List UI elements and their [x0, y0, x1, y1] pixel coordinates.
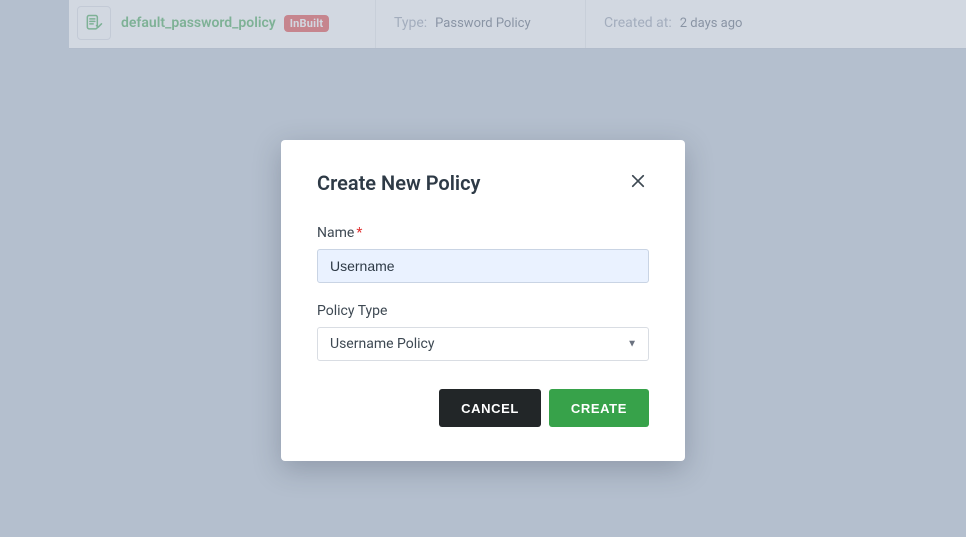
required-mark: * — [356, 225, 362, 241]
create-policy-modal: Create New Policy Name* Policy Type User… — [281, 140, 685, 461]
policy-type-label: Policy Type — [317, 303, 649, 319]
policy-type-select[interactable]: Username Policy — [317, 327, 649, 361]
modal-header: Create New Policy — [317, 170, 649, 195]
name-field: Name* — [317, 225, 649, 283]
modal-title: Create New Policy — [317, 171, 480, 195]
name-label-text: Name — [317, 225, 354, 241]
name-label: Name* — [317, 225, 649, 241]
policy-type-selected: Username Policy — [330, 336, 434, 352]
create-button[interactable]: CREATE — [549, 389, 649, 427]
name-input[interactable] — [317, 249, 649, 283]
modal-overlay: Create New Policy Name* Policy Type User… — [0, 0, 966, 537]
cancel-button[interactable]: CANCEL — [439, 389, 541, 427]
close-button[interactable] — [627, 170, 649, 195]
policy-type-field: Policy Type Username Policy ▼ — [317, 303, 649, 361]
policy-type-select-wrap: Username Policy ▼ — [317, 327, 649, 361]
close-icon — [629, 172, 647, 190]
modal-actions: CANCEL CREATE — [317, 389, 649, 427]
